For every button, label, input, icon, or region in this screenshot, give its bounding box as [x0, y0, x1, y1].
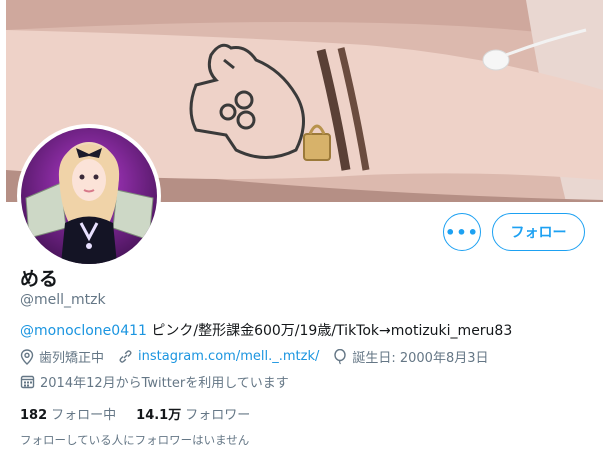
more-options-button[interactable]: •••	[443, 213, 481, 251]
website-item: instagram.com/mell._.mtzk/	[118, 349, 319, 364]
calendar-icon	[20, 375, 35, 389]
balloon-icon	[334, 348, 347, 364]
joined-item: 2014年12月からTwitterを利用しています	[20, 372, 289, 391]
birthday-text: 誕生日: 2000年8月3日	[352, 351, 489, 366]
following-stat[interactable]: 182 フォロー中	[20, 404, 116, 423]
followers-label: フォロワー	[185, 408, 251, 423]
link-icon	[119, 350, 132, 363]
following-count: 182	[20, 408, 48, 423]
avatar-photo	[21, 128, 157, 264]
profile-meta-row: 歯列矯正中 instagram.com/mell._.mtzk/ 誕生日: 20…	[20, 347, 503, 366]
profile-bio: @monoclone0411 ピンク/整形課金600万/19歳/TikTok→m…	[20, 320, 512, 340]
display-name: める	[20, 268, 59, 290]
user-handle: @mell_mtzk	[20, 292, 106, 308]
follow-button-label: フォロー	[510, 225, 567, 241]
joined-text: 2014年12月からTwitterを利用しています	[40, 376, 289, 391]
birthday-item: 誕生日: 2000年8月3日	[333, 347, 489, 366]
known-followers-note: フォローしている人にフォロワーはいません	[20, 433, 250, 447]
profile-stats: 182 フォロー中 14.1万 フォロワー	[20, 404, 270, 423]
profile-avatar[interactable]	[17, 124, 161, 268]
location-item: 歯列矯正中	[20, 347, 104, 366]
following-label: フォロー中	[51, 408, 117, 423]
more-dots-icon: •••	[445, 222, 479, 242]
bio-text: ピンク/整形課金600万/19歳/TikTok→motizuki_meru83	[146, 323, 513, 339]
profile-joined-row: 2014年12月からTwitterを利用しています	[20, 372, 303, 391]
follow-button[interactable]: フォロー	[492, 213, 585, 251]
followers-stat[interactable]: 14.1万 フォロワー	[136, 404, 250, 423]
bio-mention-link[interactable]: @monoclone0411	[20, 323, 147, 339]
website-link[interactable]: instagram.com/mell._.mtzk/	[138, 349, 319, 364]
location-pin-icon	[20, 348, 34, 365]
location-text: 歯列矯正中	[39, 351, 105, 366]
followers-count: 14.1万	[136, 408, 182, 423]
